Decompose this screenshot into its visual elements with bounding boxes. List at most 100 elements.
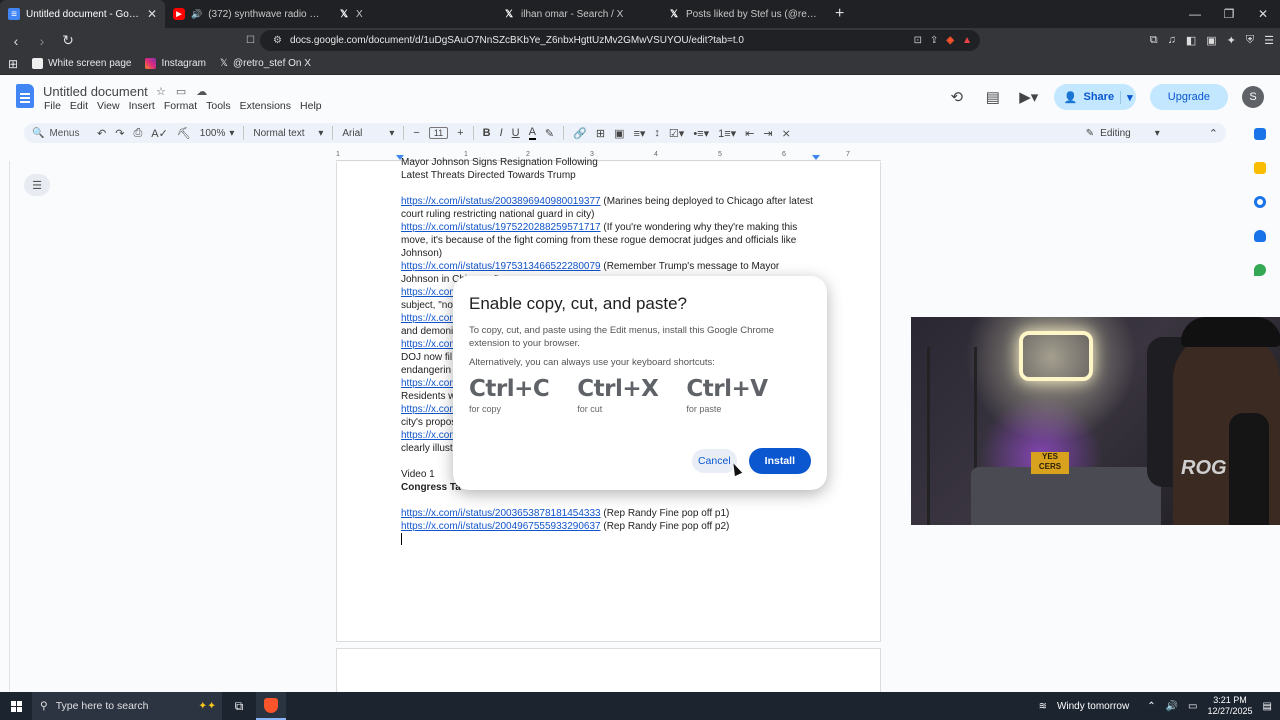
minimize-icon[interactable]: — [1178,0,1212,28]
forward-icon[interactable]: › [32,31,52,51]
clear-formatting-icon[interactable]: ⨯ [782,127,791,140]
menu-file[interactable]: File [44,100,61,112]
menu-view[interactable]: View [97,100,120,112]
decrease-indent-icon[interactable]: ⇤ [745,127,754,140]
increase-font-icon[interactable]: + [457,127,463,139]
clock[interactable]: 3:21 PM 12/27/2025 [1208,695,1253,717]
sidebar-icon[interactable]: ◧ [1186,34,1196,47]
spellcheck-icon[interactable]: A✓ [151,127,168,140]
redo-icon[interactable]: ↷ [115,127,124,140]
numbered-list-icon[interactable]: 1≡▾ [718,127,736,140]
tab-x-search[interactable]: 𝕏 ilhan omar - Search / X [495,0,660,28]
style-select[interactable]: Normal text ▾ [253,128,323,139]
reload-icon[interactable]: ↻ [58,31,78,51]
doc-link[interactable]: https://x.com [401,404,458,415]
paint-format-icon[interactable]: ⛏ [177,127,191,140]
document-title[interactable]: Untitled document [43,84,148,99]
brave-shield-icon[interactable]: ◈ [946,35,954,46]
doc-link[interactable]: https://x.com/i/status/20038969409800193… [401,196,601,207]
menu-insert[interactable]: Insert [129,100,155,112]
line-spacing-icon[interactable]: ↕ [654,127,660,139]
cancel-button[interactable]: Cancel [691,449,737,473]
print-icon[interactable]: ⎙ [133,127,142,140]
back-icon[interactable]: ‹ [6,31,26,51]
doc-link[interactable]: https://x.com/i/status/19753134665222800… [401,261,601,272]
highlight-icon[interactable]: ✎ [545,127,554,140]
restore-icon[interactable]: ❐ [1212,0,1246,28]
decrease-font-icon[interactable]: − [413,127,419,139]
doc-link[interactable]: https://x.com/i/status/20049675559332906… [401,521,601,532]
undo-icon[interactable]: ↶ [97,127,106,140]
close-window-icon[interactable]: ✕ [1246,0,1280,28]
leo-icon[interactable]: ✦ [1227,34,1236,47]
text-color-icon[interactable]: A [528,126,536,140]
apps-icon[interactable]: ⊞ [8,57,18,71]
bullet-list-icon[interactable]: •≡▾ [693,127,709,140]
comment-icon[interactable]: ⊞ [596,127,605,140]
upgrade-button[interactable]: Upgrade [1149,84,1228,110]
chevron-up-icon[interactable]: ⌃ [1147,701,1155,712]
move-folder-icon[interactable]: ▭ [176,85,186,98]
weather-text[interactable]: Windy tomorrow [1057,701,1129,712]
doc-link[interactable]: https://x.com [401,378,458,389]
media-icon[interactable]: ♫ [1168,34,1176,47]
font-select[interactable]: Arial ▾ [342,128,394,139]
zoom-select[interactable]: 100% ▾ [200,128,235,139]
vpn-icon[interactable]: ⛨ [1246,34,1254,47]
close-tab-icon[interactable]: ✕ [147,7,157,21]
tasks-icon[interactable] [1254,196,1266,208]
cloud-status-icon[interactable]: ☁ [196,85,207,98]
document-page-2[interactable] [336,648,881,692]
start-button[interactable] [0,700,32,712]
underline-icon[interactable]: U [512,127,520,139]
bookmark-white-screen[interactable]: White screen page [32,58,131,69]
docs-logo-icon[interactable] [16,84,34,108]
comments-icon[interactable]: ▤ [982,88,1004,106]
star-icon[interactable]: ☆ [156,85,166,98]
volume-icon[interactable]: 🔊 [1166,701,1178,712]
calendar-icon[interactable] [1254,128,1266,140]
tab-youtube[interactable]: ▶ 🔊 (372) synthwave radio 🌌 beats [165,0,330,28]
doc-link[interactable]: https://x.com/i/status/20036538781814543… [401,508,601,519]
doc-link[interactable]: https://x.com [401,339,458,350]
install-app-icon[interactable]: ⊡ [914,35,922,46]
menu-format[interactable]: Format [164,100,197,112]
url-field[interactable]: ☐ ⚙ docs.google.com/document/d/1uDgSAuO7… [246,30,980,51]
meet-icon[interactable]: ▶▾ [1018,88,1040,106]
taskbar-brave[interactable] [256,692,286,720]
bold-icon[interactable]: B [483,127,491,139]
image-icon[interactable]: ▣ [614,127,624,140]
task-view-icon[interactable]: ⧉ [222,699,256,714]
link-icon[interactable]: 🔗 [573,127,587,140]
install-button[interactable]: Install [748,448,811,474]
menu-icon[interactable]: ☰ [1264,34,1274,47]
tab-x-likes[interactable]: 𝕏 Posts liked by Stef us (@retro_stef) / [660,0,825,28]
italic-icon[interactable]: I [500,127,503,139]
share-button[interactable]: 👤 Share ▾ [1053,84,1136,110]
brave-rewards-icon[interactable]: ▲ [962,35,972,46]
tab-x[interactable]: 𝕏 X [330,0,495,28]
keep-icon[interactable] [1254,162,1266,174]
editing-mode-select[interactable]: ✎ Editing ▾ [1086,128,1160,139]
bookmark-icon[interactable]: ☐ [246,35,255,46]
menu-tools[interactable]: Tools [206,100,231,112]
align-icon[interactable]: ≡▾ [633,127,645,140]
hide-menus-icon[interactable]: ⌃ [1209,127,1218,140]
notifications-icon[interactable]: ▤ [1263,701,1272,712]
extensions-icon[interactable]: ⧉ [1150,34,1158,47]
new-tab-button[interactable]: + [825,0,854,28]
bookmark-retro-stef[interactable]: 𝕏 @retro_stef On X [220,58,311,69]
avatar[interactable]: S [1242,86,1264,108]
version-history-icon[interactable]: ⟲ [946,88,968,106]
chevron-down-icon[interactable]: ▾ [1120,90,1133,104]
contacts-icon[interactable] [1254,230,1266,242]
menu-extensions[interactable]: Extensions [240,100,291,112]
maps-icon[interactable] [1254,264,1266,276]
tab-docs[interactable]: ≡ Untitled document - Google Do ✕ [0,0,165,28]
menu-help[interactable]: Help [300,100,322,112]
wallet-icon[interactable]: ▣ [1206,34,1216,47]
bookmark-instagram[interactable]: Instagram [145,58,206,69]
menu-search[interactable]: 🔍 Menus [32,128,88,139]
doc-link[interactable]: https://x.com [401,430,458,441]
menu-edit[interactable]: Edit [70,100,88,112]
